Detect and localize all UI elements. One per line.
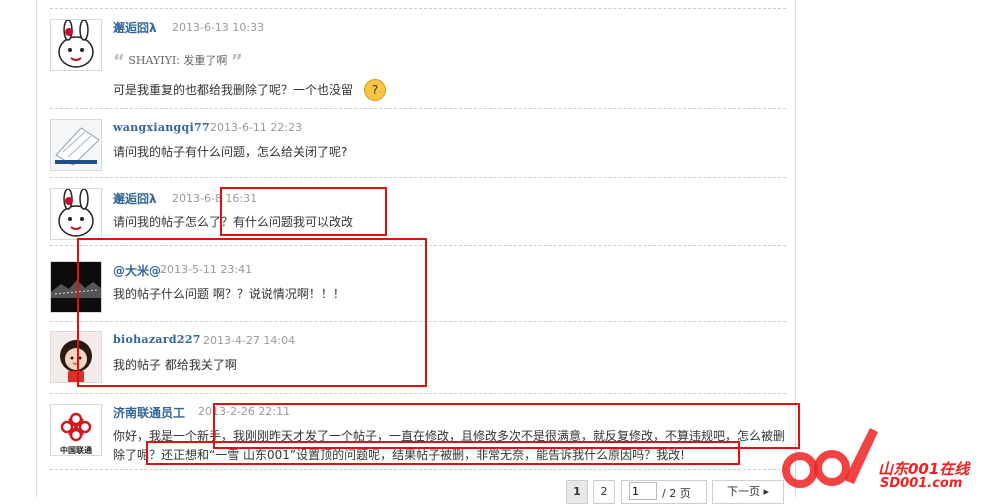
page-1-button[interactable]: 1	[566, 480, 588, 504]
rabbit-avatar[interactable]	[50, 188, 102, 240]
next-page-button[interactable]: 下一页 ▸	[712, 480, 784, 504]
unicom-logo-text: 中国联通	[60, 446, 92, 455]
confused-emoji-icon: ?	[364, 79, 386, 101]
annotation-box	[146, 441, 740, 465]
quote-author: SHAYIYI	[128, 54, 177, 67]
post-text: 可是我重复的也都给我删除了呢？一个也没留	[113, 83, 354, 97]
post-author[interactable]: wangxiangqi77	[113, 121, 210, 134]
post-text: 请问我的帖子有什么问题，怎么给关闭了呢?	[113, 145, 348, 159]
page-2-button[interactable]: 2	[593, 480, 615, 504]
post-author[interactable]: 济南联通员工	[113, 404, 185, 421]
divider	[50, 393, 786, 394]
annotation-box	[77, 238, 427, 387]
post-author[interactable]: 邂逅囧λ	[113, 190, 157, 207]
post-time: 2013-6-11 22:23	[210, 121, 303, 134]
rabbit-avatar[interactable]	[50, 19, 102, 71]
annotation-box	[220, 187, 387, 236]
divider	[50, 108, 786, 109]
quote-separator: :	[176, 54, 180, 67]
quote-block: “ SHAYIYI: 发重了啊 ”	[113, 51, 243, 72]
post-time: 2013-6-13 10:33	[172, 21, 265, 34]
page-total: / 2 页	[662, 487, 691, 500]
post-author[interactable]: 邂逅囧λ	[113, 19, 157, 36]
quote-text: 发重了啊	[183, 54, 228, 67]
watermark-brand-url: SD001.com	[880, 476, 963, 491]
watermark-logo: 山东001在线 SD001.com	[780, 410, 988, 497]
china-unicom-logo[interactable]: 中国联通	[50, 404, 102, 456]
quote-open-mark: “	[113, 51, 125, 72]
divider	[50, 469, 786, 470]
divider	[50, 177, 786, 178]
building-avatar[interactable]	[50, 119, 102, 171]
page-jump-input[interactable]	[629, 482, 657, 500]
quote-close-mark: ”	[230, 51, 243, 72]
divider	[50, 8, 786, 9]
